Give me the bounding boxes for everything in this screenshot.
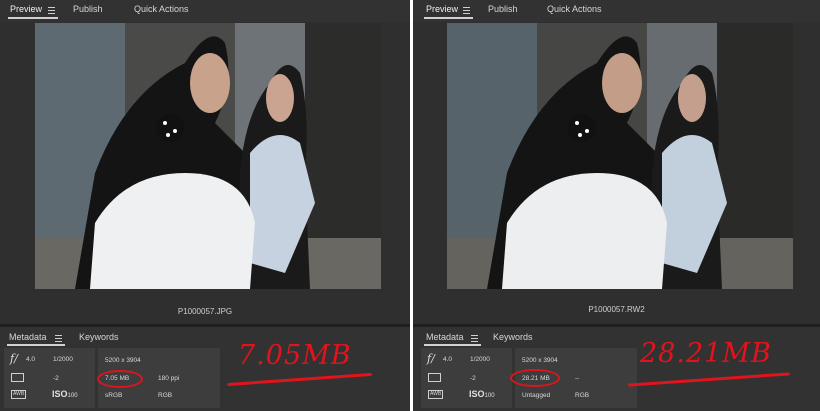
metering-icon [428, 373, 441, 382]
resolution: 180 ppi [158, 375, 180, 382]
tab-publish[interactable]: Publish [488, 4, 518, 14]
tab-keywords[interactable]: Keywords [493, 332, 533, 342]
annotation-underline [628, 372, 790, 387]
iso-label: ISO [469, 389, 485, 399]
iso-value: 100 [67, 393, 78, 399]
photo-preview [35, 23, 381, 289]
aperture-icon: f/ [427, 352, 435, 365]
active-tab-indicator [7, 344, 65, 346]
tab-quick-actions[interactable]: Quick Actions [134, 4, 189, 14]
tab-bar: Preview Publish Quick Actions [0, 0, 410, 22]
shutter-speed: 1/2000 [53, 356, 73, 363]
menu-icon[interactable] [471, 335, 478, 342]
preview-area: P1000057.JPG [0, 22, 410, 324]
highlight-circle [510, 369, 560, 387]
menu-icon[interactable] [463, 7, 470, 14]
shutter-speed: 1/2000 [470, 356, 490, 363]
metadata-panel: Metadata Keywords f/ 4.0 1/2000 -2 AWB I… [413, 327, 820, 411]
preview-area: P1000057.RW2 [413, 22, 820, 324]
color-mode: RGB [575, 392, 590, 399]
camera-settings-box: f/ 4.0 1/2000 -2 AWB ISO100 [421, 348, 512, 408]
dimensions: 5200 x 3904 [105, 357, 141, 364]
white-balance-icon: AWB [11, 390, 27, 399]
camera-settings-box: f/ 4.0 1/2000 -2 AWB ISO100 [4, 348, 95, 408]
active-tab-indicator [424, 17, 473, 19]
annotation-underline [227, 372, 372, 387]
exposure-compensation: -2 [53, 375, 59, 382]
active-tab-indicator [8, 17, 58, 19]
tab-quick-actions[interactable]: Quick Actions [547, 4, 602, 14]
file-size-annotation: 28.21MB [640, 338, 772, 369]
exposure-compensation: -2 [470, 375, 476, 382]
active-tab-indicator [424, 344, 481, 346]
metadata-panel: Metadata Keywords f/ 4.0 1/2000 -2 AWB I… [0, 327, 410, 411]
tab-metadata[interactable]: Metadata [426, 332, 464, 342]
tab-bar: Preview Publish Quick Actions [413, 0, 820, 22]
color-profile: sRGB [105, 392, 123, 399]
metering-icon [11, 373, 24, 382]
aperture-value: 4.0 [443, 356, 453, 363]
file-size-annotation: 7.05MB [238, 340, 352, 371]
tab-keywords[interactable]: Keywords [79, 332, 119, 342]
highlight-circle [97, 370, 143, 388]
tab-preview[interactable]: Preview [10, 4, 42, 14]
tab-metadata[interactable]: Metadata [9, 332, 47, 342]
tab-publish[interactable]: Publish [73, 4, 103, 14]
aperture-icon: f/ [10, 352, 18, 365]
tab-preview[interactable]: Preview [426, 4, 458, 14]
dimensions: 5200 x 3904 [522, 357, 558, 364]
resolution: -- [575, 375, 580, 382]
file-name: P1000057.JPG [177, 307, 233, 316]
iso-value: 100 [484, 393, 495, 399]
menu-icon[interactable] [55, 335, 62, 342]
right-panel: Preview Publish Quick Actions P1000057.R… [413, 0, 820, 411]
aperture-value: 4.0 [26, 356, 36, 363]
iso-label: ISO [52, 389, 68, 399]
photo-preview [447, 23, 793, 289]
color-mode: RGB [158, 392, 173, 399]
iso: ISO100 [52, 389, 78, 399]
left-panel: Preview Publish Quick Actions P1000057.J… [0, 0, 410, 411]
file-name: P1000057.RW2 [588, 305, 645, 314]
menu-icon[interactable] [48, 7, 55, 14]
iso: ISO100 [469, 389, 495, 399]
white-balance-icon: AWB [428, 390, 444, 399]
color-profile: Untagged [522, 392, 551, 399]
